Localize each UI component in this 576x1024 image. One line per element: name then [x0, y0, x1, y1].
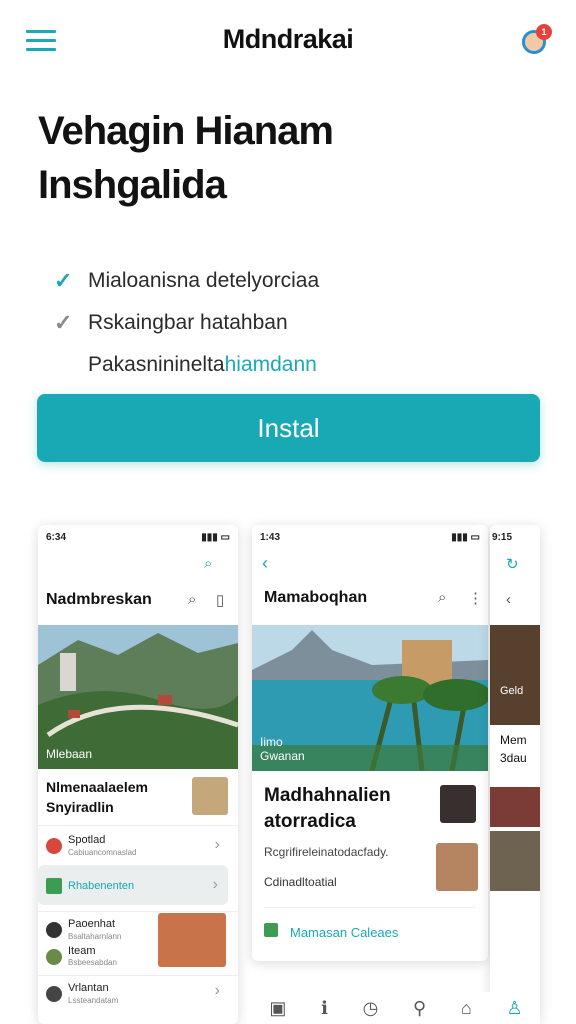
item-icon [46, 949, 62, 965]
status-time: 9:15 [492, 531, 513, 543]
chevron-right-icon: › [214, 982, 220, 999]
list-item-label: Rhabenenten [68, 880, 135, 892]
section-title-line1: Nlmenaalaelem [46, 779, 148, 795]
status-bar: 9:15 [490, 525, 540, 549]
media-icon[interactable]: ▣ [269, 998, 286, 1019]
info-icon[interactable]: ℹ [321, 998, 328, 1019]
link-icon[interactable]: ⚲ [413, 998, 426, 1019]
content-heading-line1: Madhahnalien [264, 785, 391, 806]
screen-title: Nadmbreskan [46, 591, 152, 608]
feature-list: ✓ Mialoanisna detelyorciaa ✓ Rskaingbar … [54, 260, 534, 386]
feature-text: Pakasnininelta [88, 353, 225, 376]
feature-item: ✓ Mialoanisna detelyorciaa [54, 260, 534, 302]
screenshot-preview-2[interactable]: 1:43 ▮▮▮ ▭ ‹ Mamaboqhan ⌕ ⋮ Iimo Gwanan … [252, 525, 488, 961]
profile-icon[interactable]: ♙ [507, 998, 523, 1019]
content-heading-line2: atorradica [264, 811, 356, 832]
hero-photo: Mlebaan [38, 625, 238, 769]
status-time: 6:34 [46, 531, 67, 543]
item-icon [46, 878, 62, 894]
app-title: Mdndrakai [222, 24, 354, 54]
chevron-right-icon: › [212, 876, 218, 893]
photo-caption: Iimo Gwanan [260, 735, 305, 763]
side-snippet: Mem 3dau [500, 731, 527, 767]
install-button[interactable]: Instal [37, 394, 540, 462]
battery-icon: ▮▮▮ ▭ [451, 531, 480, 543]
item-icon [46, 838, 62, 854]
list-item-sub: Lssteandatam [68, 996, 119, 1005]
section-title-line2: Snyiradlin [46, 799, 114, 815]
list-item-sub: Bsaltaharnlann [68, 932, 122, 941]
screenshot-preview-1[interactable]: 6:34 ▮▮▮ ▭ ⌕ Nadmbreskan ⌕ ▯ Mlebaan Nlm… [38, 525, 238, 1024]
feature-text: Rskaingbar hatahban [88, 311, 288, 334]
photo-caption: Geld [500, 685, 524, 697]
profile-avatar-button[interactable]: 1 [516, 24, 552, 60]
content-sub: Cdinadltoatial [264, 875, 337, 889]
photo-caption-line1: Iimo [260, 735, 283, 749]
page-title-line2: Inshgalida [38, 163, 227, 207]
list-item[interactable]: Spotlad Cabiuancomnaslad › [38, 825, 238, 865]
page-title-line1: Vehagin Hianam [38, 109, 334, 153]
notification-badge: 1 [536, 24, 552, 40]
page-title: Vehagin Hianam Inshgalida [38, 104, 538, 212]
list-item[interactable]: Iteam Bsbeesabdan [38, 941, 238, 971]
chevron-left-icon: ‹ [506, 591, 511, 608]
side-snippet-line1: Mem [500, 733, 527, 747]
refresh-icon: ↻ [506, 556, 519, 573]
chevron-left-icon: ‹ [262, 553, 268, 573]
list-item-label: Spotlad [68, 834, 106, 846]
photo-caption: Mlebaan [46, 747, 93, 761]
content-link[interactable]: Mamasan Caleaes [290, 925, 398, 940]
side-photo [490, 787, 540, 827]
feature-accent-text: hiamdann [224, 353, 317, 376]
clock-icon[interactable]: ◷ [363, 998, 379, 1019]
check-icon: ✓ [54, 268, 73, 293]
profile-thumbnail [440, 785, 476, 823]
list-item[interactable]: Rhabenenten › [38, 865, 228, 905]
content-heading: Madhahnalien atorradica [264, 783, 391, 835]
list-item-label: Vrlantan [68, 982, 109, 994]
cart-icon[interactable]: ⌂ [461, 998, 472, 1019]
section-title: Nlmenaalaelem Snyiradlin [46, 777, 148, 817]
document-icon [264, 923, 278, 937]
search-icon: ⌕ [204, 555, 213, 572]
screenshot-preview-3[interactable]: 9:15 ↻ ‹ Geld Mem 3dau [490, 525, 540, 1024]
item-icon [46, 986, 62, 1002]
status-bar: 1:43 ▮▮▮ ▭ [252, 525, 488, 549]
hero-photo: Iimo Gwanan [252, 625, 488, 771]
app-bar: Mdndrakai 1 [0, 0, 576, 80]
search-icon: ⌕ [438, 589, 447, 606]
chevron-right-icon: › [214, 836, 220, 853]
side-snippet-line2: 3dau [500, 751, 527, 765]
list-item-sub: Bsbeesabdan [68, 958, 117, 967]
list-item-label: Iteam [68, 945, 96, 957]
check-icon: ✓ [54, 310, 73, 335]
list-item-sub: Cabiuancomnaslad [68, 848, 137, 857]
profile-thumbnail [192, 777, 228, 815]
status-bar: 6:34 ▮▮▮ ▭ [38, 525, 238, 549]
feature-item: ✓ Rskaingbar hatahban [54, 302, 534, 344]
battery-icon: ▮▮▮ ▭ [201, 531, 230, 543]
bookmark-icon: ▯ [216, 592, 225, 609]
side-photo [490, 625, 540, 725]
photo-caption-line2: Gwanan [260, 749, 305, 763]
list-item-label: Paoenhat [68, 918, 116, 930]
side-photo [490, 831, 540, 891]
status-time: 1:43 [260, 531, 281, 543]
feature-text: Mialoanisna detelyorciaa [88, 269, 320, 292]
more-icon: ⋮ [468, 590, 483, 607]
bottom-navigation: ▣ ℹ ◷ ⚲ ⌂ ♙ [252, 992, 540, 1024]
feature-item: ✓ Pakasnininelta hiamdann [54, 344, 534, 386]
profile-thumbnail [436, 843, 478, 891]
list-item[interactable]: Vrlantan Lssteandatam › [38, 975, 238, 1011]
item-icon [46, 922, 62, 938]
search-icon: ⌕ [188, 591, 197, 608]
screen-title: Mamaboqhan [264, 589, 368, 606]
content-description: Rcgrifireleinatodacfady. [264, 845, 389, 859]
